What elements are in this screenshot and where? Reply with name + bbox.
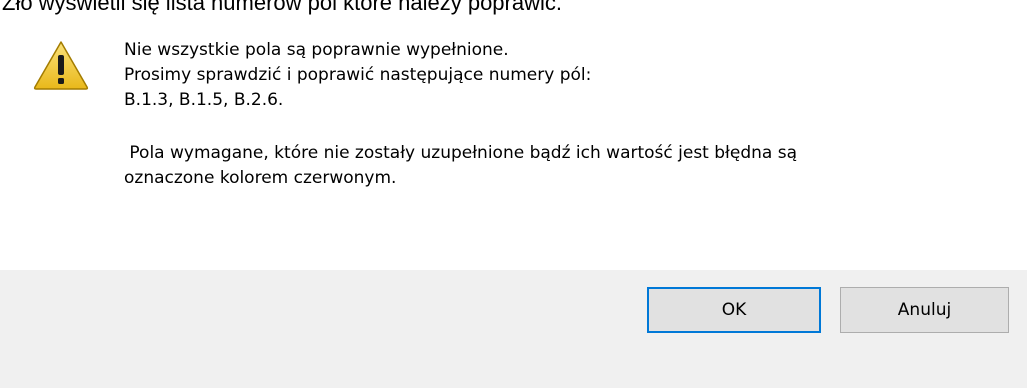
cancel-button[interactable]: Anuluj — [840, 287, 1009, 333]
message-line: Nie wszystkie pola są poprawnie wypełnio… — [124, 40, 509, 60]
dialog-message: Nie wszystkie pola są poprawnie wypełnio… — [124, 38, 1004, 191]
screenshot: Zło wyświetli się lista numerów pól któr… — [0, 0, 1027, 388]
message-line: Prosimy sprawdzić i poprawić następujące… — [124, 65, 592, 85]
message-line: B.1.3, B.1.5, B.2.6. — [124, 90, 284, 110]
dialog-content-area: Nie wszystkie pola są poprawnie wypełnio… — [0, 16, 1027, 270]
note-line: Pola wymagane, które nie zostały uzupełn… — [124, 143, 797, 163]
background-document-text: Zło wyświetli się lista numerów pól któr… — [2, 0, 562, 15]
message-dialog: Nie wszystkie pola są poprawnie wypełnio… — [0, 16, 1027, 388]
warning-icon — [33, 41, 89, 90]
ok-button[interactable]: OK — [647, 287, 821, 333]
note-line: oznaczone kolorem czerwonym. — [124, 168, 397, 188]
message-spacer — [124, 113, 1004, 141]
